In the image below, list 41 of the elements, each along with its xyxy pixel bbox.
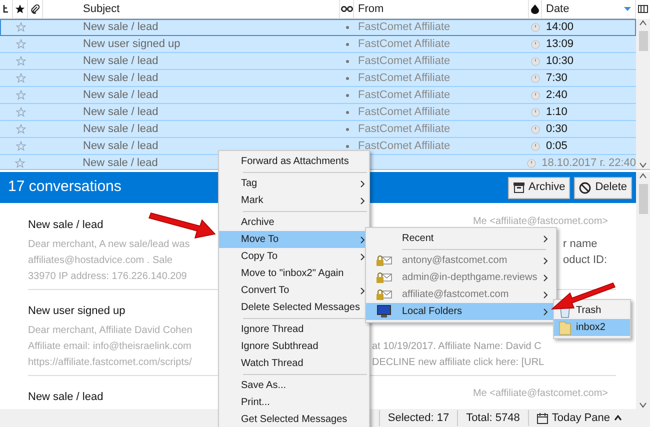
sender-text: FastComet Affiliate: [358, 140, 450, 152]
preview-text: at 10/19/2017. Affiliate Name: David C: [372, 340, 542, 354]
sender-text: FastComet Affiliate: [358, 20, 450, 33]
date-text: 7:30: [546, 72, 568, 84]
subject-text: New user signed up: [83, 38, 180, 50]
sender-text: FastComet Affiliate: [358, 54, 450, 67]
date-text: 13:09: [546, 38, 574, 50]
subject-text: New sale / lead: [83, 106, 158, 118]
subject-text: New sale / lead: [83, 20, 158, 33]
subject-text: New sale / lead: [83, 54, 158, 67]
sender-text: FastComet Affiliate: [358, 122, 450, 135]
preview-text: r name: [563, 236, 598, 252]
preview-text: oduct ID:: [563, 252, 608, 268]
sender-text: FastComet Affiliate: [358, 106, 450, 118]
sender-text: Me <affiliate@fastcomet.com>: [472, 215, 608, 229]
date-text: 14:00: [546, 20, 574, 33]
conversation-count: 17 conversations: [8, 177, 122, 198]
preview-text: DECLINE new affiliate click here: [URL: [372, 356, 544, 370]
preview-text: Dear merchant, Affiliate David Cohen: [28, 324, 192, 336]
preview-text: Dear merchant, A new sale/lead was: [28, 238, 190, 250]
date-text: 0:05: [546, 140, 568, 152]
date-text: 18.10.2017 г. 22:40: [542, 156, 636, 169]
date-text: 10:30: [546, 54, 574, 67]
subject-text: New sale / lead: [82, 156, 158, 169]
date-text: 0:30: [546, 122, 568, 135]
selected-count: Selected: 17: [378, 410, 458, 426]
date-text: 2:40: [546, 88, 568, 101]
sender-text: Me <affiliate@fastcomet.com>: [472, 387, 608, 401]
subject-text: New sale / lead: [83, 140, 158, 152]
total-count: Total: 5748: [457, 410, 528, 426]
date-text: 1:10: [546, 106, 568, 118]
preview-text: Affiliate email: info@theisraelink.com: [28, 340, 192, 352]
sender-text: FastComet Affiliate: [358, 88, 450, 101]
subject-text: New sale / lead: [83, 88, 158, 101]
sender-text: FastComet Affiliate: [358, 38, 450, 50]
sender-text: FastComet Affiliate: [358, 72, 450, 84]
preview-text: https://affiliate.fastcomet.com/scripts/: [28, 356, 192, 368]
subject-text: New sale / lead: [83, 72, 158, 84]
preview-text: affiliates@hostadvice.com . Sale: [28, 254, 172, 266]
preview-text: 33970 IP address: 176.226.140.209: [28, 270, 187, 282]
subject-text: New sale / lead: [83, 122, 158, 135]
